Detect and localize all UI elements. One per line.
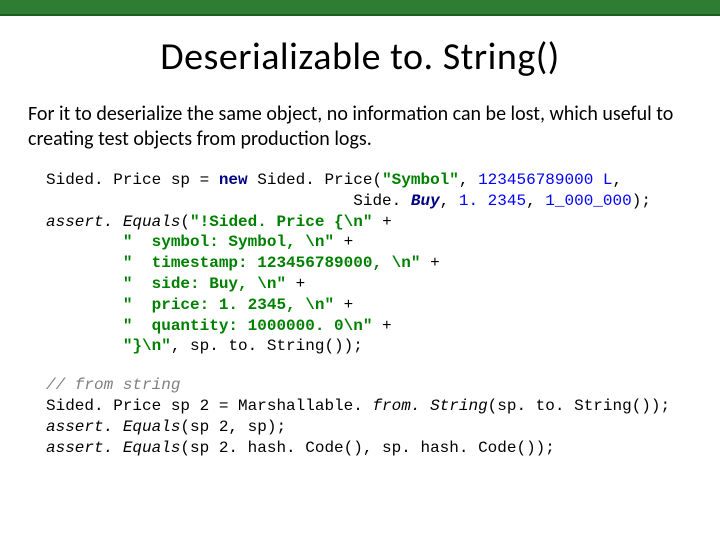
slide-content: Deserializable to. String() For it to de… xyxy=(0,34,720,458)
code-text: + xyxy=(286,275,305,293)
method-call: from. String xyxy=(372,397,487,415)
keyword-new: new xyxy=(219,171,257,189)
enum-literal: Buy xyxy=(411,192,440,210)
code-text: + xyxy=(372,317,391,335)
number-literal: 1_000_000 xyxy=(545,192,631,210)
comment: // from string xyxy=(46,376,180,394)
code-text: ( xyxy=(180,213,190,231)
method-call: assert. Equals xyxy=(46,439,180,457)
code-text: + xyxy=(334,296,353,314)
code-text: + xyxy=(420,254,439,272)
slide-title: Deserializable to. String() xyxy=(28,34,692,80)
code-text: , xyxy=(526,192,545,210)
string-literal: " side: Buy, \n" xyxy=(46,275,286,293)
code-text: ); xyxy=(632,192,651,210)
code-block-1: Sided. Price sp = new Sided. Price("Symb… xyxy=(46,170,692,357)
string-literal: " quantity: 1000000. 0\n" xyxy=(46,317,372,335)
code-text: , xyxy=(440,192,459,210)
code-text: (sp. to. String()); xyxy=(488,397,670,415)
code-text: , xyxy=(613,171,623,189)
slide-accent-bar xyxy=(0,0,720,16)
string-literal: "Symbol" xyxy=(382,171,459,189)
slide-paragraph: For it to deserialize the same object, n… xyxy=(28,102,692,152)
number-literal: 1. 2345 xyxy=(459,192,526,210)
code-text: Sided. Price sp = xyxy=(46,171,219,189)
code-text: + xyxy=(372,213,391,231)
code-text: Side. xyxy=(46,192,411,210)
string-literal: " timestamp: 123456789000, \n" xyxy=(46,254,420,272)
code-text: + xyxy=(334,233,353,251)
number-literal: 123456789000 L xyxy=(478,171,612,189)
code-text: (sp 2, sp); xyxy=(180,418,286,436)
method-call: assert. Equals xyxy=(46,418,180,436)
string-literal: "}\n" xyxy=(46,337,171,355)
code-block-2: // from string Sided. Price sp 2 = Marsh… xyxy=(46,375,692,458)
code-text: , sp. to. String()); xyxy=(171,337,363,355)
string-literal: "!Sided. Price {\n" xyxy=(190,213,372,231)
code-text: Sided. Price( xyxy=(257,171,382,189)
code-text: (sp 2. hash. Code(), sp. hash. Code()); xyxy=(180,439,554,457)
string-literal: " symbol: Symbol, \n" xyxy=(46,233,334,251)
code-text: , xyxy=(459,171,478,189)
string-literal: " price: 1. 2345, \n" xyxy=(46,296,334,314)
code-text: Sided. Price sp 2 = Marshallable. xyxy=(46,397,372,415)
method-call: assert. Equals xyxy=(46,213,180,231)
